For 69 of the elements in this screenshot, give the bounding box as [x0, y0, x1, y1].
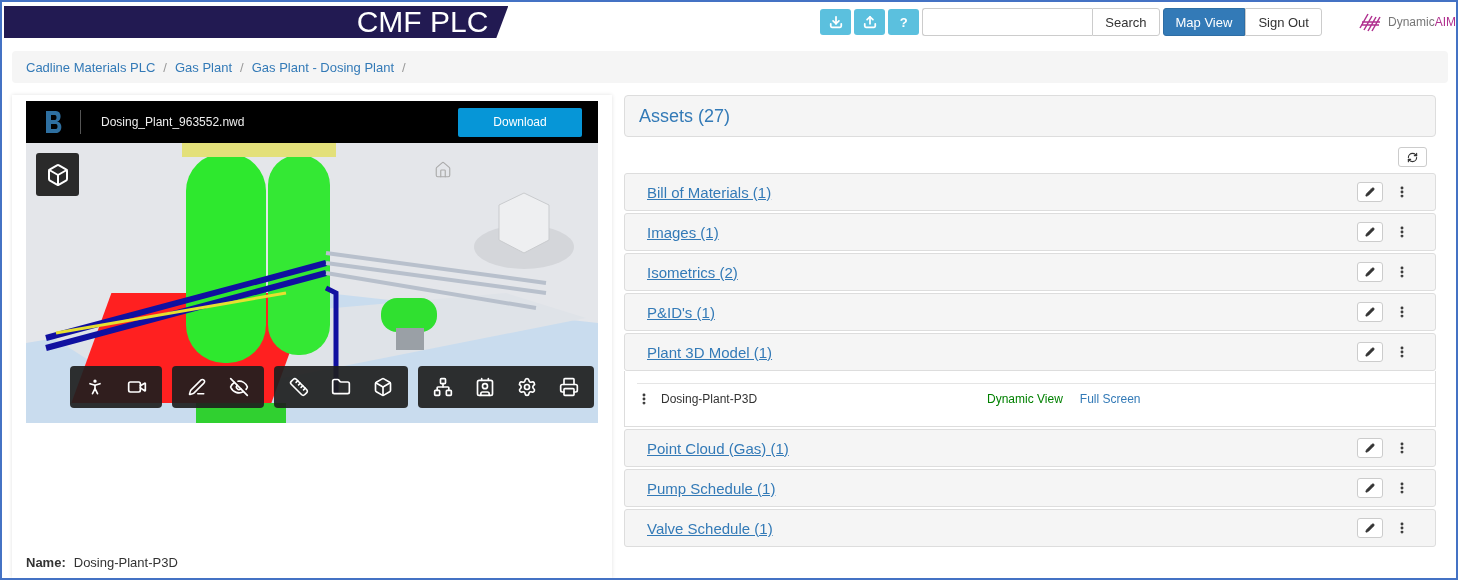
edit-button[interactable] [1357, 342, 1383, 362]
asset-group-header[interactable]: Bill of Materials (1) [624, 173, 1436, 211]
asset-group-link[interactable]: Isometrics (2) [647, 263, 738, 281]
nav-button[interactable]: Map View [1162, 8, 1246, 36]
pen-icon [188, 378, 206, 396]
name-value: Dosing-Plant-P3D [73, 555, 178, 570]
ruler-icon [289, 377, 309, 397]
refresh-icon [1407, 151, 1418, 163]
name-label: Name: [26, 555, 66, 570]
pencil-icon [1365, 443, 1375, 453]
pencil-icon [1365, 187, 1375, 197]
breadcrumb-separator: / [240, 59, 244, 75]
logo-icon [1357, 12, 1384, 32]
nav-button[interactable]: Sign Out [1245, 8, 1322, 36]
asset-group-header[interactable]: Pump Schedule (1) [624, 469, 1436, 507]
refresh-button[interactable] [1398, 147, 1427, 167]
asset-group-link[interactable]: Bill of Materials (1) [647, 183, 772, 201]
pencil-icon [1365, 483, 1375, 493]
asset-link[interactable]: Full Screen [1079, 392, 1141, 406]
breadcrumb-link[interactable]: Gas Plant - Dosing Plant [251, 59, 395, 75]
printer-icon [559, 377, 579, 397]
search-field[interactable] [922, 8, 1093, 36]
file-name: Dosing_Plant_963552.nwd [101, 115, 245, 129]
pencil-icon [1365, 523, 1375, 533]
edit-button[interactable] [1357, 302, 1383, 322]
breadcrumb-link[interactable]: Gas Plant [174, 59, 233, 75]
edit-button[interactable] [1357, 222, 1383, 242]
asset-group-header[interactable]: Plant 3D Model (1) [624, 333, 1436, 371]
asset-group-header[interactable]: P&ID's (1) [624, 293, 1436, 331]
pencil-icon [1365, 347, 1375, 357]
download-icon [828, 15, 843, 29]
eye-off-icon [229, 377, 249, 397]
breadcrumb-link[interactable]: Cadline Materials PLC [26, 59, 156, 75]
asset-group-link[interactable]: Point Cloud (Gas) (1) [647, 439, 789, 457]
asset-group-header[interactable]: Images (1) [624, 213, 1436, 251]
edit-button[interactable] [1357, 478, 1383, 498]
settings-icon [517, 377, 537, 397]
asset-group-header[interactable]: Valve Schedule (1) [624, 509, 1436, 547]
edit-button[interactable] [1357, 438, 1383, 458]
asset-link[interactable]: Dynamic View [987, 392, 1063, 406]
asset-group-link[interactable]: Valve Schedule (1) [647, 519, 773, 537]
cube-icon [373, 377, 393, 397]
app-title: CMF PLC [4, 6, 509, 38]
breadcrumb-separator: / [163, 59, 167, 75]
b-logo-icon [44, 110, 64, 134]
download-button[interactable]: Download [458, 107, 582, 137]
edit-button[interactable] [1357, 262, 1383, 282]
breadcrumb-separator: / [402, 59, 406, 75]
assets-title: Assets (27) [639, 105, 731, 127]
asset-group-link[interactable]: Plant 3D Model (1) [647, 343, 773, 361]
logo-text: DynamicAIM [1387, 15, 1456, 29]
folder-icon [331, 377, 351, 397]
cube-button[interactable] [36, 153, 79, 196]
hierarchy-icon [433, 377, 453, 397]
asset-group-link[interactable]: P&ID's (1) [647, 303, 715, 321]
cube-icon [45, 162, 70, 187]
upload-icon [862, 15, 877, 29]
pencil-icon [1365, 227, 1375, 237]
pencil-icon [1365, 307, 1375, 317]
search-button[interactable]: Search [1092, 8, 1160, 36]
asset-group-header[interactable]: Point Cloud (Gas) (1) [624, 429, 1436, 467]
edit-button[interactable] [1357, 182, 1383, 202]
pencil-icon [1365, 267, 1375, 277]
asset-name: Dosing-Plant-P3D [661, 392, 759, 406]
edit-button[interactable] [1357, 518, 1383, 538]
asset-group-header[interactable]: Isometrics (2) [624, 253, 1436, 291]
id-card-icon [475, 377, 495, 397]
asset-group-link[interactable]: Images (1) [647, 223, 719, 241]
asset-group-link[interactable]: Pump Schedule (1) [647, 479, 776, 497]
